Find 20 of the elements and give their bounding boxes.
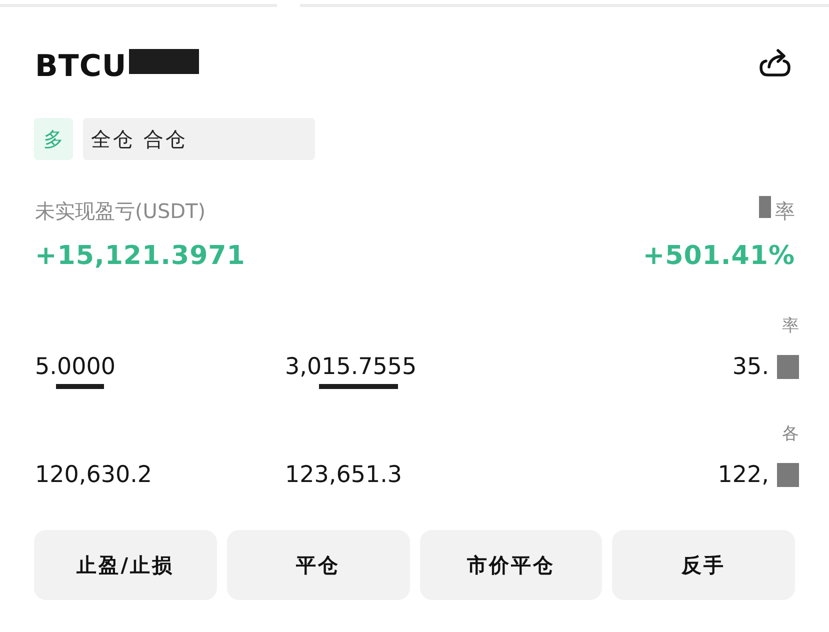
stat-value: 122, [718, 461, 769, 490]
margin-mode-tag: 全仓 合仓 [83, 118, 316, 160]
stat-value: 123,651.3 [285, 461, 402, 490]
pnl-value: +15,121.3971 [35, 240, 246, 273]
action-button[interactable]: 止盈/止损 [34, 530, 217, 600]
share-icon[interactable] [759, 48, 791, 78]
roi-value: +501.41% [642, 240, 795, 273]
stat-label: 各 [782, 422, 799, 444]
symbol-title: BTCU [35, 48, 127, 86]
stat-value: 3,015.7555 [285, 353, 417, 382]
stat-value: 5.0000 [35, 353, 116, 382]
position-side-tag: 多 [34, 118, 73, 160]
action-button[interactable]: 反手 [612, 530, 795, 600]
action-button[interactable]: 平仓 [226, 530, 410, 600]
pnl-label: 未实现盈亏(USDT) [35, 198, 207, 225]
stat-value: 120,630.2 [35, 461, 152, 490]
stat-label: 率 [782, 314, 799, 336]
stat-value: 35. [732, 353, 769, 382]
roi-label: 率 [775, 198, 795, 225]
action-button[interactable]: 市价平仓 [420, 530, 602, 600]
